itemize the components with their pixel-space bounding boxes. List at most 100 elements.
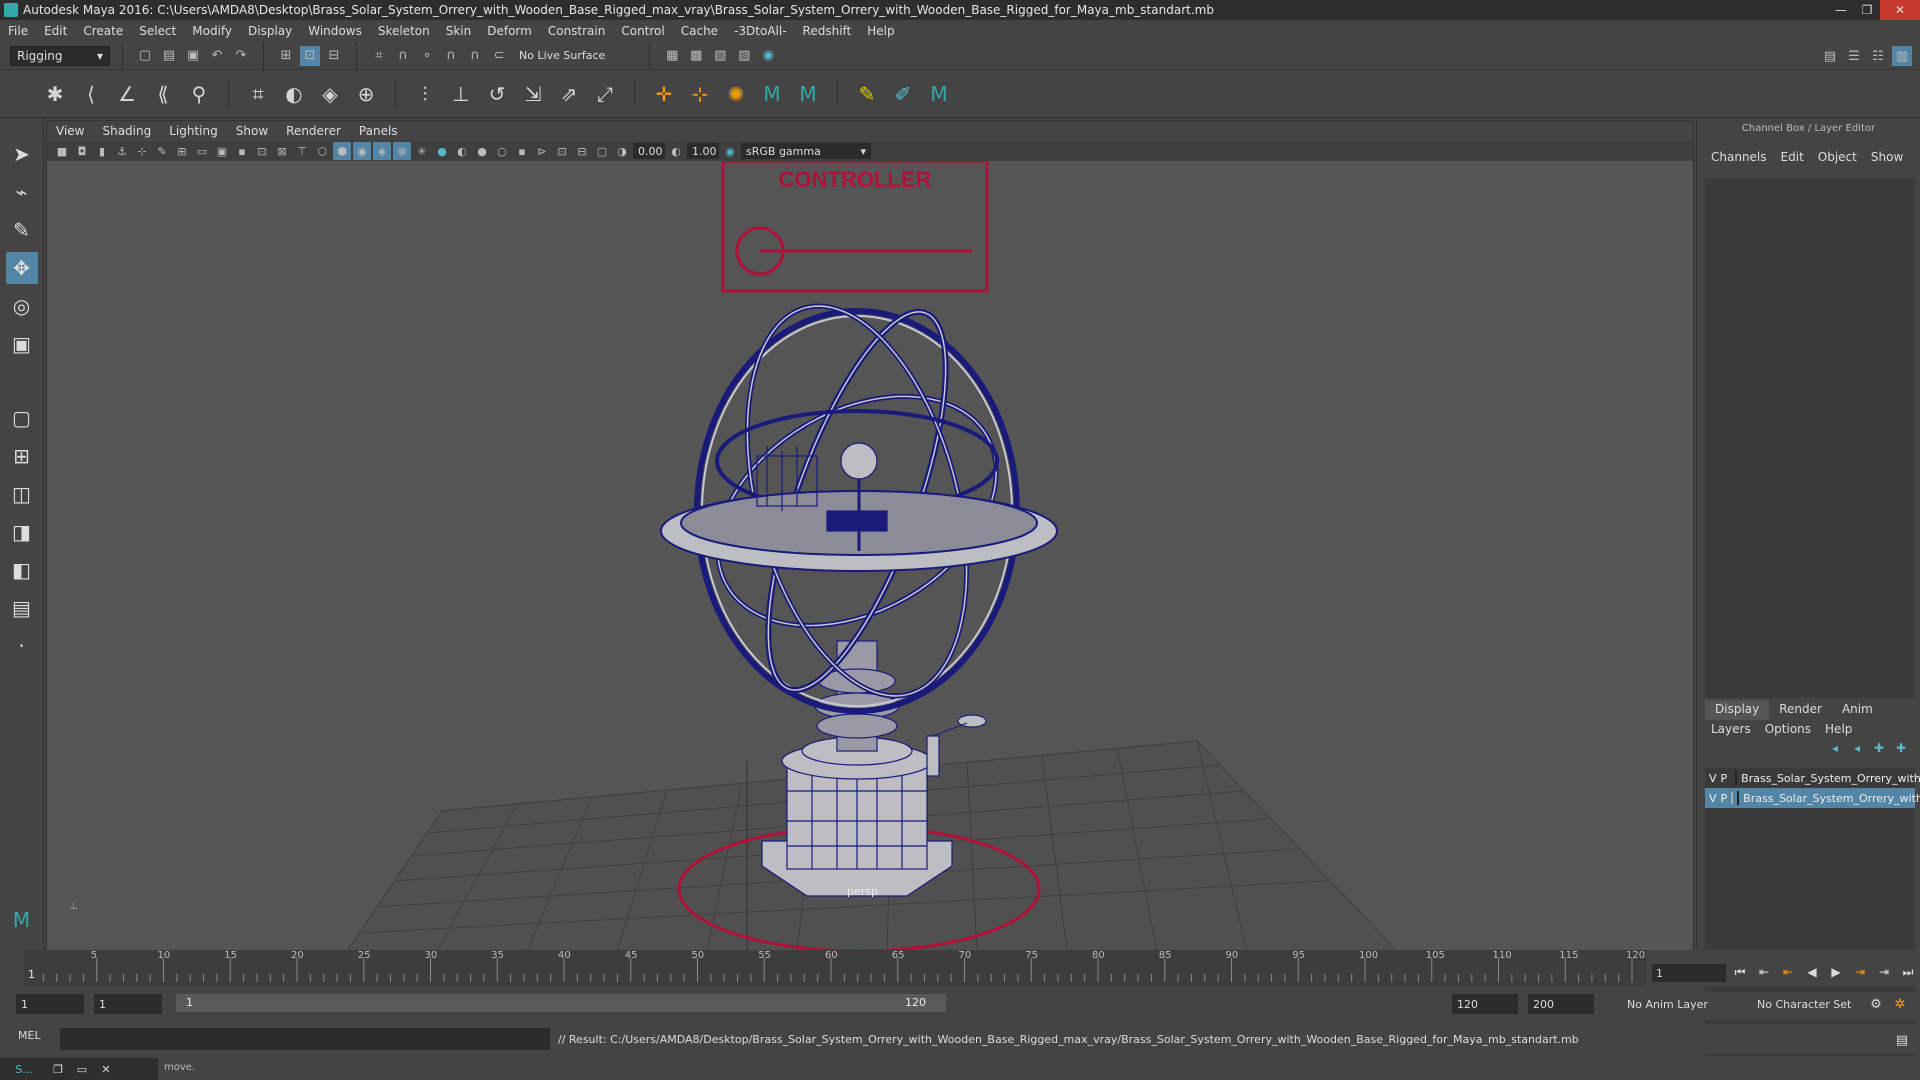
vp-menu-view[interactable]: View — [47, 124, 93, 138]
play-forwards-icon[interactable]: ▶ — [1826, 962, 1846, 982]
command-input[interactable] — [60, 1028, 550, 1050]
character-set-dropdown[interactable]: No Character Set — [1752, 994, 1864, 1014]
menu-select[interactable]: Select — [131, 24, 184, 38]
step-back-icon[interactable]: ⇤ — [1754, 962, 1774, 982]
hypershade-icon[interactable]: ◉ — [758, 46, 778, 66]
menu-constrain[interactable]: Constrain — [540, 24, 614, 38]
lattice-icon[interactable]: ⌗ — [243, 79, 273, 109]
make-live-icon[interactable]: ⊂ — [489, 46, 509, 66]
play-backwards-icon[interactable]: ◀ — [1802, 962, 1822, 982]
undo-icon[interactable]: ↶ — [207, 46, 227, 66]
paint-weights-icon[interactable]: ✎ — [852, 79, 882, 109]
color-management-icon[interactable]: ◉ — [721, 142, 739, 160]
tool-settings-icon[interactable]: ☷ — [1868, 46, 1888, 66]
menuset-dropdown[interactable]: Rigging ▾ — [10, 45, 110, 66]
restore-icon[interactable]: ❐ — [48, 1060, 68, 1078]
grease-pencil-icon[interactable]: ✎ — [153, 142, 171, 160]
anim-layer-dropdown[interactable]: No Anim Layer — [1622, 994, 1746, 1014]
wireframe-icon[interactable]: ⬡ — [313, 142, 331, 160]
vp-menu-renderer[interactable]: Renderer — [277, 124, 350, 138]
select-hierarchy-icon[interactable]: ⊞ — [276, 46, 296, 66]
script-editor-icon[interactable]: ▤ — [1892, 1030, 1912, 1050]
close-button[interactable]: ✕ — [1880, 0, 1920, 20]
step-forward-key-icon[interactable]: ⇥ — [1850, 962, 1870, 982]
mel-label[interactable]: MEL — [18, 1029, 41, 1042]
playback-end-field[interactable]: 120 — [1452, 994, 1518, 1014]
menu-redshift[interactable]: Redshift — [795, 24, 860, 38]
playback-start-field[interactable]: 1 — [94, 994, 162, 1014]
ipr-render-icon[interactable]: ▧ — [710, 46, 730, 66]
cb-menu-show[interactable]: Show — [1871, 150, 1903, 164]
frame-all-icon[interactable]: ⊡ — [553, 142, 571, 160]
tab-anim[interactable]: Anim — [1832, 700, 1883, 720]
maximize-button[interactable]: ❐ — [1854, 0, 1880, 20]
new-layer-icon[interactable]: ✚ — [1871, 740, 1887, 756]
four-view-icon[interactable]: ⊞ — [6, 440, 38, 472]
layer-color-swatch[interactable] — [1735, 771, 1738, 785]
auto-key-icon[interactable]: ⚙ — [1866, 994, 1886, 1014]
maya-m-icon[interactable]: M — [757, 79, 787, 109]
live-surface-label[interactable]: No Live Surface — [519, 49, 605, 62]
layer-color-swatch[interactable] — [1737, 791, 1740, 805]
rotate-tool-icon[interactable]: ◎ — [6, 290, 38, 322]
le-menu-layers[interactable]: Layers — [1711, 722, 1751, 736]
menu-file[interactable]: File — [0, 24, 36, 38]
constraint-parent-icon[interactable]: ⫶ — [410, 79, 440, 109]
maya-m-third-icon[interactable]: M — [924, 79, 954, 109]
shadows-icon[interactable]: ◐ — [453, 142, 471, 160]
end-time-field[interactable]: 200 — [1528, 994, 1594, 1014]
viewport-canvas[interactable]: CONTROLLER ⊥ persp — [47, 161, 1693, 951]
persp-outliner-icon[interactable]: ◨ — [6, 516, 38, 548]
vp-menu-lighting[interactable]: Lighting — [160, 124, 227, 138]
menu-cache[interactable]: Cache — [673, 24, 726, 38]
gamma-field[interactable]: 1.00 — [687, 143, 719, 159]
snap-grid-icon[interactable]: ⌗ — [369, 46, 389, 66]
attribute-editor-icon[interactable]: ☰ — [1844, 46, 1864, 66]
new-layer-selected-icon[interactable]: ✚ — [1893, 740, 1909, 756]
set-key-icon[interactable]: ⊹ — [685, 79, 715, 109]
lasso-tool-icon[interactable]: ⌁ — [6, 176, 38, 208]
layer-playback[interactable]: P — [1721, 792, 1728, 805]
new-scene-icon[interactable]: ▢ — [135, 46, 155, 66]
step-back-key-icon[interactable]: ⇤ — [1778, 962, 1798, 982]
menu-skeleton[interactable]: Skeleton — [370, 24, 438, 38]
ik-handle-icon[interactable]: ⟨ — [76, 79, 106, 109]
menu-display[interactable]: Display — [240, 24, 300, 38]
anim-prefs-icon[interactable]: ✲ — [1890, 994, 1910, 1014]
cb-menu-object[interactable]: Object — [1818, 150, 1857, 164]
layer-visibility[interactable]: V — [1709, 772, 1717, 785]
exposure-field[interactable]: 0.00 — [633, 143, 665, 159]
resolution-gate-icon[interactable]: ▣ — [213, 142, 231, 160]
render-view-icon[interactable]: ▦ — [662, 46, 682, 66]
locator-icon[interactable]: ✛ — [649, 79, 679, 109]
constraint-aim-icon[interactable]: ⇗ — [554, 79, 584, 109]
antialias-icon[interactable]: ▪ — [513, 142, 531, 160]
layout-b-icon[interactable]: ▤ — [6, 592, 38, 624]
insert-joint-icon[interactable]: ⟪ — [148, 79, 178, 109]
cb-menu-channels[interactable]: Channels — [1711, 150, 1767, 164]
menu-skin[interactable]: Skin — [438, 24, 480, 38]
smooth-shade-icon[interactable]: ⬢ — [333, 142, 351, 160]
menu-create[interactable]: Create — [75, 24, 131, 38]
minimize-button[interactable]: — — [1828, 0, 1854, 20]
gamma-icon[interactable]: ◐ — [667, 142, 685, 160]
layer-visibility[interactable]: V — [1709, 792, 1717, 805]
xray-icon[interactable]: ⊗ — [393, 142, 411, 160]
menu-3dtoall[interactable]: -3DtoAll- — [726, 24, 794, 38]
render-settings-icon[interactable]: ▨ — [734, 46, 754, 66]
default-material-icon[interactable]: ◉ — [353, 142, 371, 160]
cb-menu-edit[interactable]: Edit — [1781, 150, 1804, 164]
snap-surface-icon[interactable]: ∩ — [465, 46, 485, 66]
constraint-scale-icon[interactable]: ⇲ — [518, 79, 548, 109]
le-menu-help[interactable]: Help — [1825, 722, 1852, 736]
wrap-icon[interactable]: ◈ — [315, 79, 345, 109]
menu-deform[interactable]: Deform — [479, 24, 540, 38]
shelf-star-icon[interactable]: ✺ — [721, 79, 751, 109]
bookmark-icon[interactable]: ▮ — [93, 142, 111, 160]
wireframe-on-shaded-icon[interactable]: ◈ — [373, 142, 391, 160]
go-to-start-icon[interactable]: ⏮ — [1730, 962, 1750, 982]
safe-action-icon[interactable]: ⊠ — [273, 142, 291, 160]
motion-blur-icon[interactable]: ○ — [493, 142, 511, 160]
persp-graph-icon[interactable]: ◫ — [6, 478, 38, 510]
camera-attr-icon[interactable]: ◘ — [73, 142, 91, 160]
